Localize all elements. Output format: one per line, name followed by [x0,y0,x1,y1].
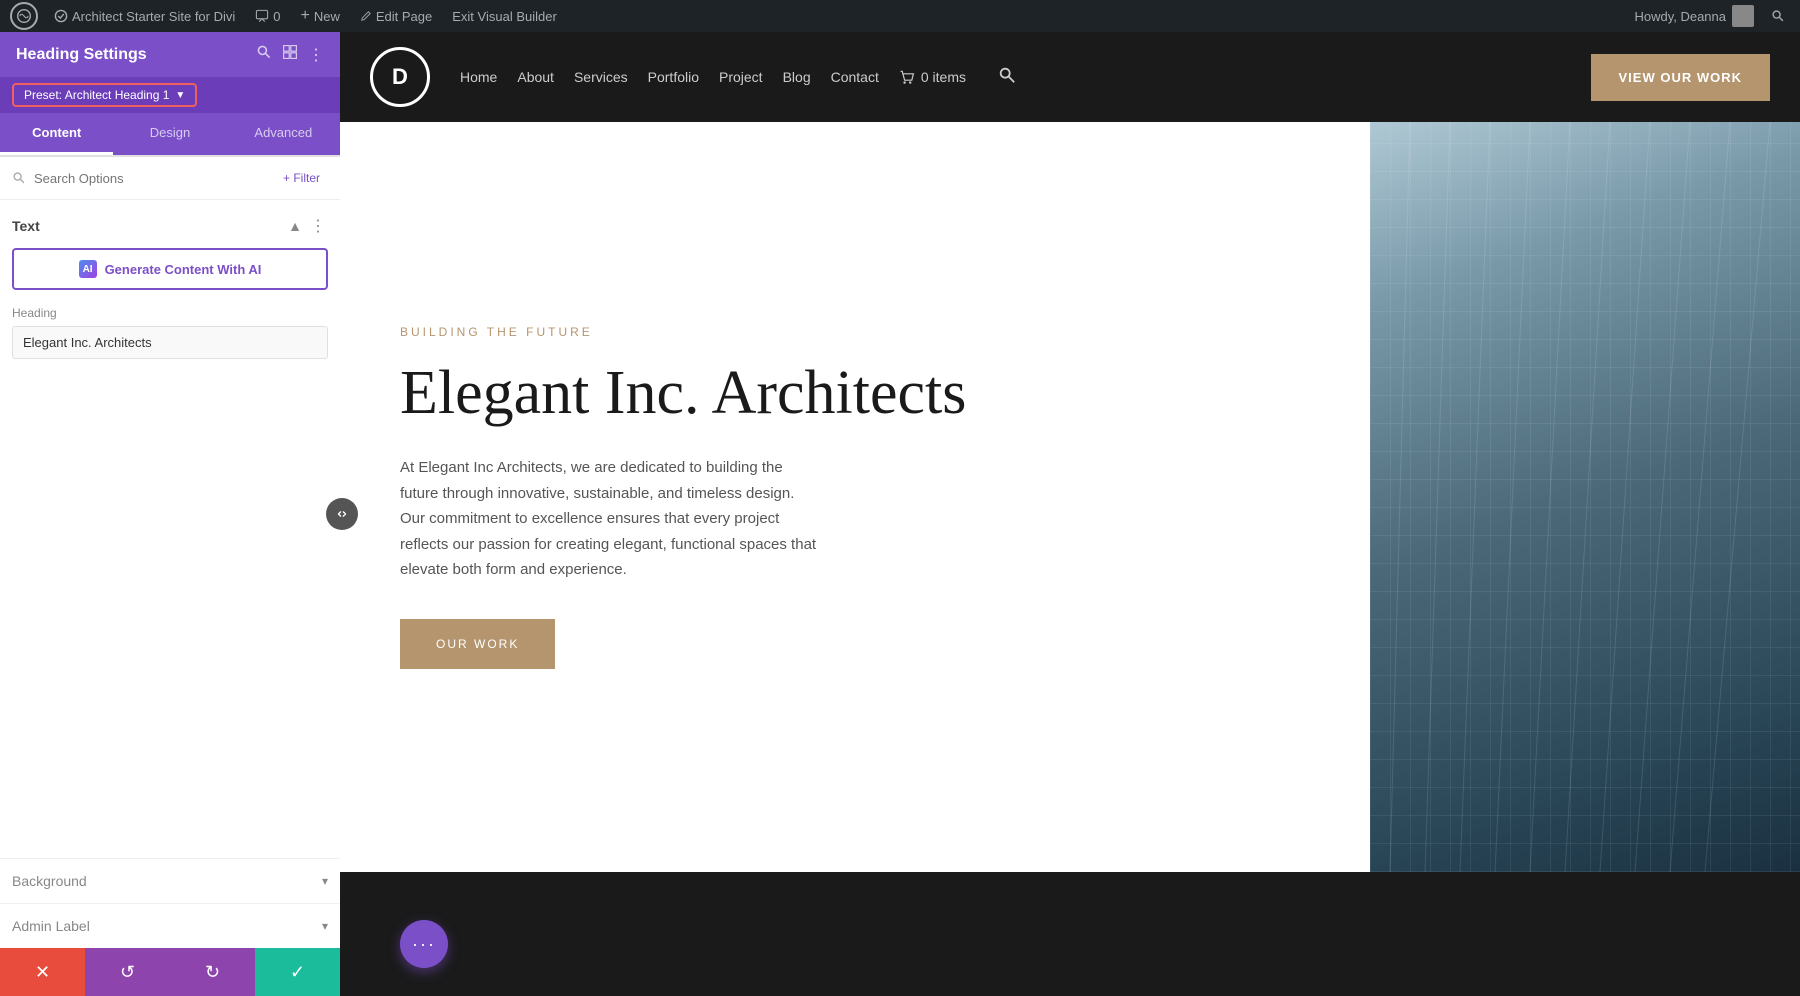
site-search-icon[interactable] [998,66,1016,89]
our-work-hero-button[interactable]: OUR WORK [400,619,555,669]
admin-label-section: Admin Label ▾ [0,903,340,948]
heading-input[interactable] [12,326,328,359]
nav-portfolio[interactable]: Portfolio [648,69,699,85]
heading-settings-panel: Heading Settings ⋮ Preset: Architect Hea… [0,32,340,996]
divi-fab-menu-button[interactable]: ··· [400,920,448,968]
nav-links: Home About Services Portfolio Project Bl… [460,66,1561,89]
text-section-collapse-icon[interactable]: ▲ [288,218,302,234]
tab-design[interactable]: Design [113,113,226,155]
text-section-menu-icon[interactable]: ⋮ [310,216,328,236]
admin-label-section-header[interactable]: Admin Label ▾ [12,918,328,934]
settings-tabs: Content Design Advanced [0,113,340,157]
preset-bar: Preset: Architect Heading 1 ▼ [0,77,340,113]
text-section-header: Text ▲ ⋮ [12,216,328,236]
tab-advanced[interactable]: Advanced [227,113,340,155]
background-section-title: Background [12,873,87,889]
heading-field-group: Heading [12,306,328,375]
wp-admin-bar: Architect Starter Site for Divi 0 + New … [0,0,1800,32]
website-preview: D Home About Services Portfolio Project … [340,32,1800,996]
search-options-input[interactable] [34,171,267,186]
admin-search-icon[interactable] [1766,4,1790,28]
hero-description: At Elegant Inc Architects, we are dedica… [400,455,820,583]
wp-logo-icon[interactable] [10,2,38,30]
redo-button[interactable]: ↻ [170,948,255,996]
edit-page-link[interactable]: Edit Page [352,0,440,32]
preset-selector[interactable]: Preset: Architect Heading 1 ▼ [12,83,197,107]
filter-button[interactable]: + Filter [275,167,328,189]
background-chevron-icon: ▾ [322,874,328,888]
page-preview-area: D Home About Services Portfolio Project … [340,32,1800,996]
background-section: Background ▾ [0,858,340,903]
sidebar-title: Heading Settings [16,46,147,64]
site-logo[interactable]: D [370,47,430,107]
exit-builder-link[interactable]: Exit Visual Builder [444,0,565,32]
background-section-header[interactable]: Background ▾ [12,873,328,889]
cancel-button[interactable]: ✕ [0,948,85,996]
view-our-work-cta-button[interactable]: VIEW OUR WORK [1591,54,1771,101]
nav-about[interactable]: About [517,69,554,85]
text-section-title: Text [12,218,40,234]
undo-button[interactable]: ↺ [85,948,170,996]
cart-icon-link[interactable]: 0 items [899,69,966,85]
hero-content: BUILDING THE FUTURE Elegant Inc. Archite… [340,122,1370,872]
sidebar-body: Text ▲ ⋮ AI Generate Content With AI Hea… [0,200,340,858]
nav-contact[interactable]: Contact [831,69,879,85]
building-lines-svg [1370,122,1800,872]
nav-services[interactable]: Services [574,69,628,85]
site-navigation: D Home About Services Portfolio Project … [340,32,1800,122]
comments-link[interactable]: 0 [247,0,288,32]
user-avatar [1732,5,1754,27]
layout-icon[interactable] [282,44,298,65]
nav-blog[interactable]: Blog [783,69,811,85]
ai-icon: AI [79,260,97,278]
hero-heading: Elegant Inc. Architects [400,359,1310,427]
sidebar-resize-handle[interactable] [326,498,358,530]
preset-chevron-icon: ▼ [175,90,185,101]
fab-dots-icon: ··· [412,934,436,955]
hero-eyebrow-text: BUILDING THE FUTURE [400,325,1310,339]
site-name-link[interactable]: Architect Starter Site for Divi [46,0,243,32]
nav-project[interactable]: Project [719,69,763,85]
nav-home[interactable]: Home [460,69,497,85]
sidebar-header: Heading Settings ⋮ [0,32,340,77]
more-options-icon[interactable]: ⋮ [308,45,324,65]
heading-field-label: Heading [12,306,328,320]
sidebar-bottom-actions: ✕ ↺ ↻ ✓ [0,948,340,996]
hero-section: BUILDING THE FUTURE Elegant Inc. Archite… [340,122,1800,872]
search-icon [12,171,26,185]
save-button[interactable]: ✓ [255,948,340,996]
ai-generate-button[interactable]: AI Generate Content With AI [12,248,328,290]
admin-label-chevron-icon: ▾ [322,919,328,933]
tab-content[interactable]: Content [0,113,113,155]
howdy-user-menu[interactable]: Howdy, Deanna [1626,0,1762,32]
options-search-bar: + Filter [0,157,340,200]
settings-search-icon[interactable] [256,44,272,65]
new-link[interactable]: + New [293,0,348,32]
hero-image [1370,122,1800,872]
admin-label-section-title: Admin Label [12,918,90,934]
